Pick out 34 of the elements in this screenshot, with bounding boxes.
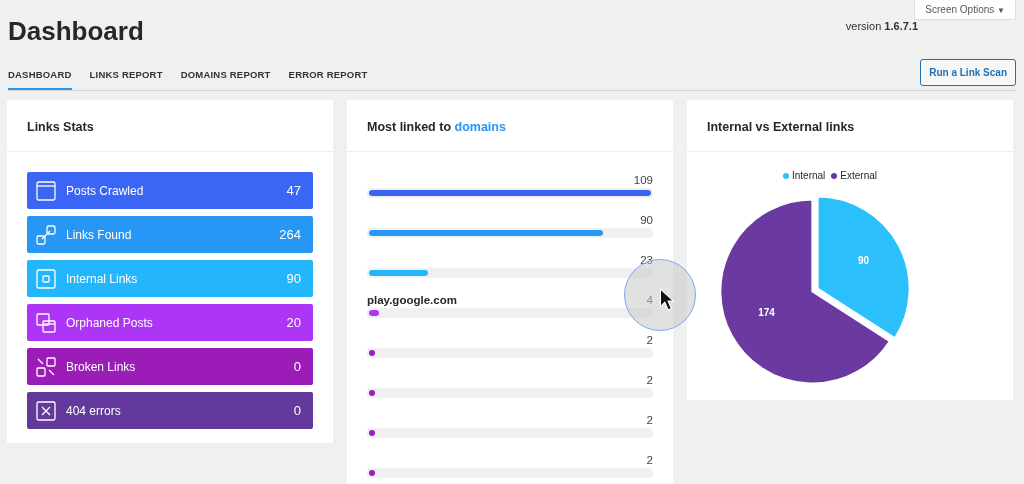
link-count: 2 (646, 454, 653, 466)
nav-tab[interactable]: DASHBOARD (8, 60, 72, 90)
link-count: 90 (640, 214, 653, 226)
nav-tab[interactable]: ERROR REPORT (288, 60, 368, 90)
version-text: version 1.6.7.1 (845, 20, 918, 32)
link-count: 2 (646, 334, 653, 346)
stat-row[interactable]: Posts Crawled 47 (27, 172, 313, 209)
link-count: 109 (633, 174, 653, 186)
windows-icon (36, 312, 56, 333)
page-title: Dashboard (8, 16, 144, 47)
screen-options-button[interactable]: Screen Options ▼ (914, 0, 1016, 20)
link-count: 2 (646, 374, 653, 386)
broken-squares-icon (36, 356, 56, 377)
link-count: 23 (640, 254, 653, 266)
domain-name: play.google.com (367, 294, 457, 306)
window-icon (36, 180, 56, 201)
square-icon (36, 268, 56, 289)
slice-label: 90 (857, 254, 869, 266)
slice-label: 174 (758, 307, 775, 319)
legend-item[interactable]: Internal (782, 170, 826, 181)
nav-tab[interactable]: LINKS REPORT (89, 60, 163, 90)
card-title: Links Stats (27, 120, 94, 134)
card-title: Most linked to domains (367, 120, 506, 134)
link-icon (36, 224, 56, 245)
link-count: 4 (646, 294, 653, 306)
x-box-icon (36, 400, 56, 421)
nav-tab[interactable]: DOMAINS REPORT (180, 60, 271, 90)
stat-row[interactable]: Broken Links 0 (27, 348, 313, 385)
link-count: 2 (646, 414, 653, 426)
stat-row[interactable]: 404 errors 0 (27, 392, 313, 429)
stat-row[interactable]: Orphaned Posts 20 (27, 304, 313, 341)
legend-item[interactable]: External (831, 170, 877, 181)
run-scan-button[interactable]: Run a Link Scan (920, 58, 1016, 86)
card-title: Internal vs External links (707, 120, 855, 134)
